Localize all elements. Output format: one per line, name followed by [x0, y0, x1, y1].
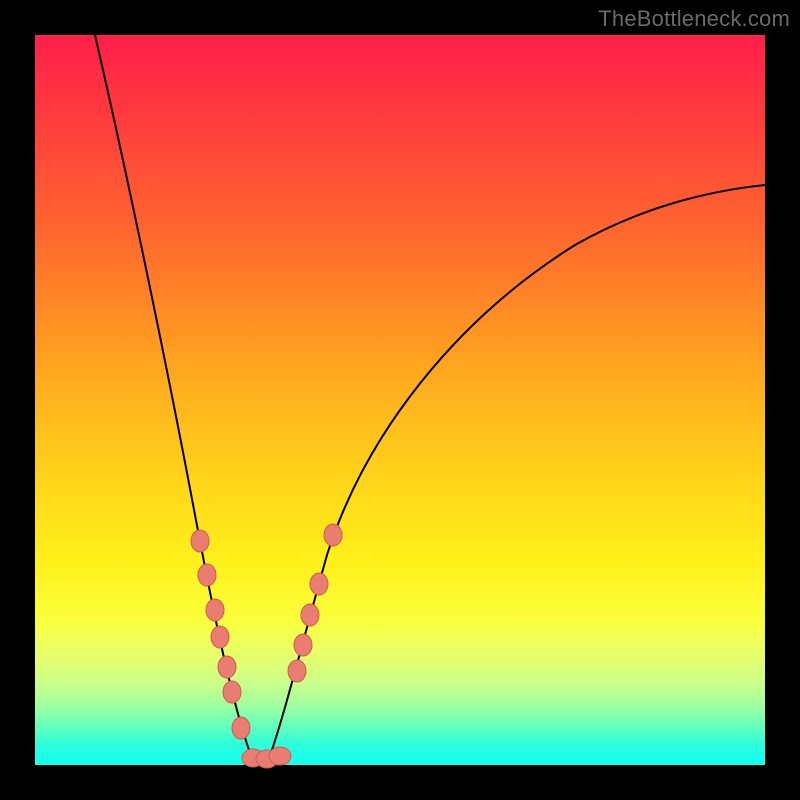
- curve-marker: [310, 573, 328, 595]
- chart-frame: TheBottleneck.com: [0, 0, 800, 800]
- plot-area: [35, 35, 765, 765]
- marker-group: [191, 524, 342, 768]
- curve-marker: [232, 717, 250, 739]
- curve-marker: [211, 626, 229, 648]
- watermark-text: TheBottleneck.com: [598, 6, 790, 32]
- curve-marker: [198, 564, 216, 586]
- curve-marker: [191, 530, 209, 552]
- curve-marker: [288, 660, 306, 682]
- bottleneck-curve: [95, 35, 765, 760]
- curve-marker: [218, 656, 236, 678]
- curve-marker: [301, 604, 319, 626]
- curve-marker: [206, 599, 224, 621]
- bottleneck-curve-svg: [35, 35, 765, 765]
- curve-marker: [223, 681, 241, 703]
- curve-marker: [324, 524, 342, 546]
- curve-marker: [294, 634, 312, 656]
- curve-marker: [269, 747, 291, 765]
